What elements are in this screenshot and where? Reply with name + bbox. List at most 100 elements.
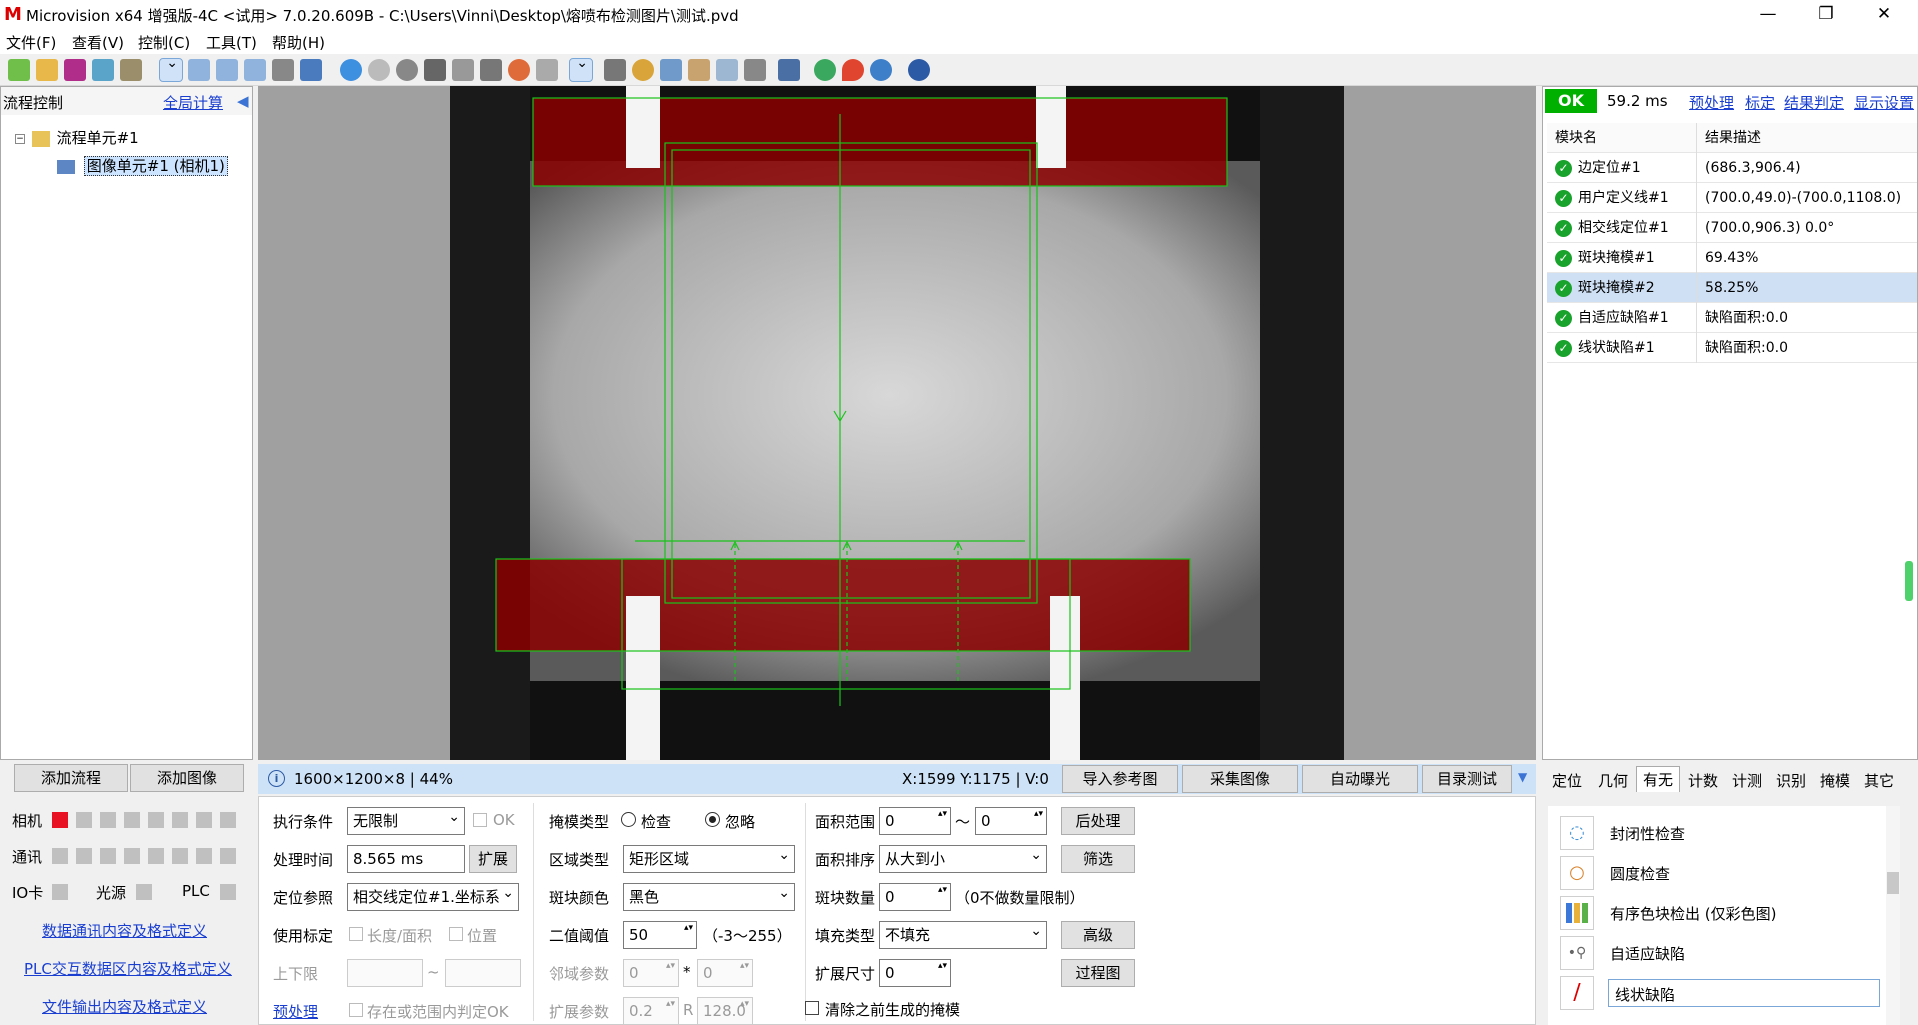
- limit-upper-field[interactable]: [445, 959, 521, 987]
- threshold-stepper[interactable]: 50: [623, 921, 697, 949]
- directory-test-button[interactable]: 目录测试: [1422, 765, 1512, 793]
- table-row[interactable]: ✓ 相交线定位#1 (700.0,906.3) 0.0°: [1547, 213, 1917, 243]
- tool-item-roundness-check[interactable]: ○ 圆度检查: [1560, 854, 1900, 890]
- tree-flow-unit[interactable]: − 流程单元#1: [15, 127, 139, 148]
- radio-ignore[interactable]: [705, 812, 720, 827]
- zoom-in-icon[interactable]: [188, 59, 210, 81]
- tab-geometry[interactable]: 几何: [1598, 770, 1628, 791]
- tool-item-line-defect[interactable]: ∕ 线状缺陷: [1560, 974, 1900, 1010]
- expand-size-stepper[interactable]: 0: [879, 959, 951, 987]
- tree-collapse-icon[interactable]: −: [15, 133, 25, 144]
- save-icon[interactable]: [64, 59, 86, 81]
- table-row[interactable]: ✓ 线状缺陷#1 缺陷面积:0.0: [1547, 333, 1917, 363]
- mouse-icon[interactable]: [536, 59, 558, 81]
- table-row[interactable]: ✓ 用户定义线#1 (700.0,49.0)-(700.0,1108.0): [1547, 183, 1917, 213]
- zoom-fit-icon[interactable]: [244, 59, 266, 81]
- filter-button[interactable]: 筛选: [1061, 845, 1135, 873]
- close-button[interactable]: ✕: [1856, 0, 1912, 30]
- tab-presence[interactable]: 有无: [1636, 766, 1681, 792]
- settings-gear-icon[interactable]: [870, 59, 892, 81]
- roi-select-icon[interactable]: [569, 55, 593, 82]
- tree-image-unit[interactable]: 图像单元#1 (相机1): [57, 155, 228, 176]
- collapse-icon[interactable]: ◀: [237, 92, 249, 110]
- scrollbar-thumb[interactable]: [1905, 561, 1913, 601]
- info-icon[interactable]: [908, 59, 930, 81]
- proc-time-field[interactable]: 8.565 ms: [347, 845, 465, 873]
- add-flow-button[interactable]: 添加流程: [14, 764, 128, 792]
- position-checkbox[interactable]: [449, 927, 463, 941]
- location-pin-icon[interactable]: [842, 59, 864, 81]
- restore-button[interactable]: ❐: [1798, 0, 1854, 30]
- menu-tools[interactable]: 工具(T): [206, 32, 257, 53]
- scrollbar-thumb[interactable]: [1887, 872, 1899, 894]
- crosshair-icon[interactable]: [300, 59, 322, 81]
- radio-check[interactable]: [621, 812, 636, 827]
- neighbor-a-stepper[interactable]: 0: [623, 959, 679, 987]
- display-settings-link[interactable]: 显示设置: [1854, 92, 1914, 113]
- table-row[interactable]: ✓ 自适应缺陷#1 缺陷面积:0.0: [1547, 303, 1917, 333]
- tab-recognize[interactable]: 识别: [1776, 770, 1806, 791]
- post-process-button[interactable]: 后处理: [1061, 807, 1135, 835]
- tool-item-color-blocks[interactable]: 有序色块检出 (仅彩色图): [1560, 894, 1900, 930]
- tool-item-adaptive-defect[interactable]: •⚲ 自适应缺陷: [1560, 934, 1900, 970]
- table-icon[interactable]: [92, 59, 114, 81]
- stop-icon[interactable]: [396, 59, 418, 81]
- locate-ref-select[interactable]: 相交线定位#1.坐标系: [347, 883, 519, 911]
- tool-item-closure-check[interactable]: ◌ 封闭性检查: [1560, 814, 1900, 850]
- image-viewport[interactable]: [258, 86, 1536, 760]
- import-reference-button[interactable]: 导入参考图: [1062, 765, 1178, 793]
- fill-type-select[interactable]: 不填充: [879, 921, 1047, 949]
- refresh-icon[interactable]: [632, 59, 654, 81]
- document-icon[interactable]: [452, 59, 474, 81]
- capture-image-button[interactable]: 采集图像: [1182, 765, 1298, 793]
- color-icon[interactable]: [508, 59, 530, 81]
- global-calc-link[interactable]: 全局计算: [163, 92, 223, 113]
- preprocess-link[interactable]: 预处理: [1689, 92, 1734, 113]
- play-icon[interactable]: [340, 59, 362, 81]
- limit-lower-field[interactable]: [347, 959, 423, 987]
- recycle-icon[interactable]: [814, 59, 836, 81]
- result-judge-link[interactable]: 结果判定: [1784, 92, 1844, 113]
- auto-exposure-button[interactable]: 自动曝光: [1302, 765, 1418, 793]
- dropdown-icon[interactable]: ▼: [1518, 770, 1527, 784]
- tool-list-scrollbar[interactable]: [1886, 806, 1900, 1025]
- exist-ok-checkbox[interactable]: [349, 1003, 363, 1017]
- new-icon[interactable]: [8, 59, 30, 81]
- file-output-link[interactable]: 文件输出内容及格式定义: [42, 996, 207, 1017]
- table-row-selected[interactable]: ✓ 斑块掩模#2 58.25%: [1547, 273, 1917, 303]
- tab-measure[interactable]: 计测: [1732, 770, 1762, 791]
- region-type-select[interactable]: 矩形区域: [623, 845, 795, 873]
- keyboard-icon[interactable]: [744, 59, 766, 81]
- preprocess-link[interactable]: 预处理: [273, 1001, 318, 1022]
- clear-mask-checkbox[interactable]: [805, 1001, 819, 1015]
- tab-count[interactable]: 计数: [1688, 770, 1718, 791]
- grid-icon[interactable]: [688, 59, 710, 81]
- window-icon[interactable]: [716, 59, 738, 81]
- ok-checkbox[interactable]: [473, 813, 487, 827]
- plc-format-link[interactable]: PLC交互数据区内容及格式定义: [24, 958, 232, 979]
- expand-param-a-stepper[interactable]: 0.2: [623, 997, 679, 1025]
- frame-icon[interactable]: [424, 59, 446, 81]
- tab-locate[interactable]: 定位: [1552, 770, 1582, 791]
- minimize-button[interactable]: —: [1740, 0, 1796, 30]
- add-image-button[interactable]: 添加图像: [130, 764, 244, 792]
- area-sort-select[interactable]: 从大到小: [879, 845, 1047, 873]
- robot-icon[interactable]: [604, 59, 626, 81]
- menu-file[interactable]: 文件(F): [6, 32, 56, 53]
- table-row[interactable]: ✓ 边定位#1 (686.3,906.4): [1547, 153, 1917, 183]
- camera-icon[interactable]: [480, 59, 502, 81]
- blob-color-select[interactable]: 黑色: [623, 883, 795, 911]
- tab-other[interactable]: 其它: [1864, 770, 1894, 791]
- comm-format-link[interactable]: 数据通讯内容及格式定义: [42, 920, 207, 941]
- table-row[interactable]: ✓ 斑块掩模#1 69.43%: [1547, 243, 1917, 273]
- menu-help[interactable]: 帮助(H): [272, 32, 325, 53]
- zoom-out-icon[interactable]: [216, 59, 238, 81]
- area-min-stepper[interactable]: 0: [879, 807, 951, 835]
- expand-button[interactable]: 扩展: [469, 845, 517, 873]
- advanced-button[interactable]: 高级: [1061, 921, 1135, 949]
- area-max-stepper[interactable]: 0: [975, 807, 1047, 835]
- neighbor-b-stepper[interactable]: 0: [697, 959, 753, 987]
- layers-icon[interactable]: [660, 59, 682, 81]
- calibration-link[interactable]: 标定: [1745, 92, 1775, 113]
- length-area-checkbox[interactable]: [349, 927, 363, 941]
